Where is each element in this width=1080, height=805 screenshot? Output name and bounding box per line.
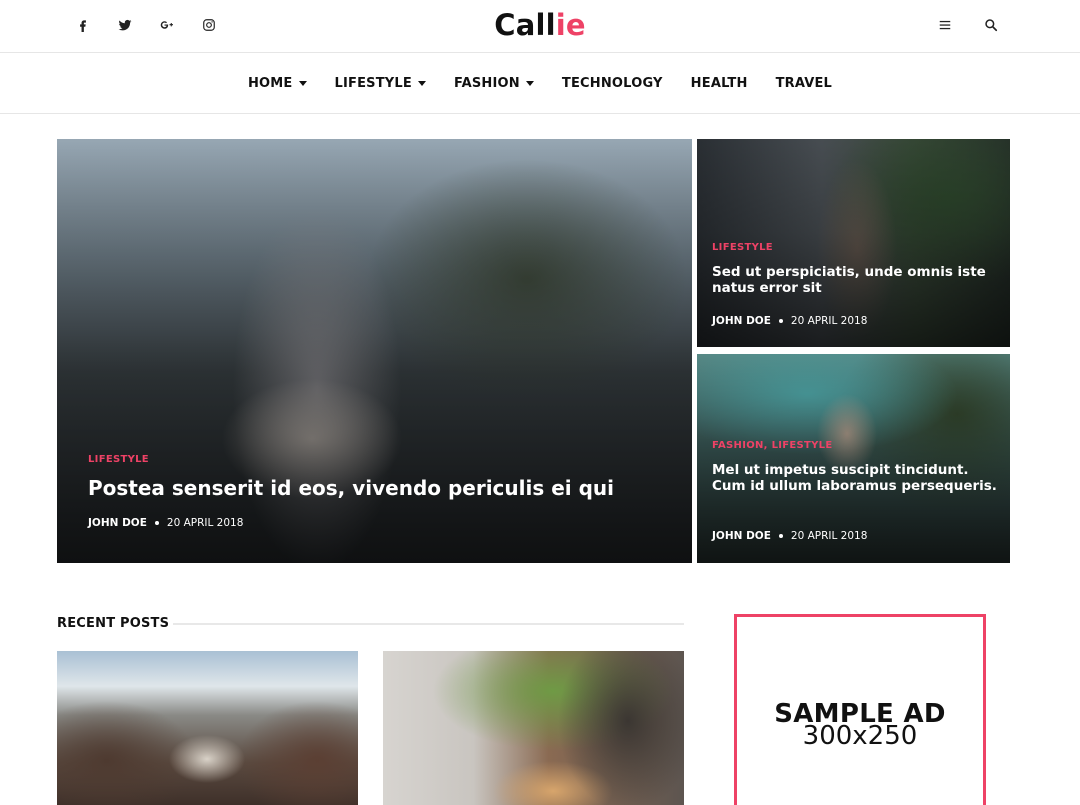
nav-item-health[interactable]: HEALTH xyxy=(691,76,748,91)
logo-text: Call xyxy=(494,8,556,42)
nav-label: TECHNOLOGY xyxy=(561,76,663,91)
separator-dot xyxy=(154,521,159,525)
site-logo[interactable]: Callie xyxy=(0,8,1080,42)
post-category[interactable]: FASHION, LIFESTYLE xyxy=(712,440,833,451)
nav-item-travel[interactable]: TRAVEL xyxy=(776,76,832,91)
header-tools xyxy=(936,15,1000,35)
post-category[interactable]: LIFESTYLE xyxy=(712,242,773,253)
post-title[interactable]: Mel ut impetus suscipit tincidunt. Cum i… xyxy=(712,462,1002,494)
ad-size: 300x250 xyxy=(802,721,918,751)
section-heading-recent-posts: RECENT POSTS xyxy=(57,616,170,631)
post-date: 20 APRIL 2018 xyxy=(790,530,868,542)
nav-item-home[interactable]: HOME xyxy=(248,76,307,91)
post-image xyxy=(383,651,684,805)
caret-down-icon xyxy=(418,81,426,86)
nav-label: LIFESTYLE xyxy=(334,76,412,91)
separator-dot xyxy=(778,534,783,538)
nav-label: FASHION xyxy=(454,76,520,91)
post-category[interactable]: LIFESTYLE xyxy=(88,454,149,465)
nav-item-lifestyle[interactable]: LIFESTYLE xyxy=(334,76,426,91)
nav-label: TRAVEL xyxy=(775,76,833,91)
post-title[interactable]: Sed ut perspiciatis, unde omnis iste nat… xyxy=(712,264,1002,296)
post-author[interactable]: JOHN DOE xyxy=(712,315,771,327)
post-author[interactable]: JOHN DOE xyxy=(88,517,147,529)
featured-post-side-bottom[interactable]: FASHION, LIFESTYLE Mel ut impetus suscip… xyxy=(697,354,1010,563)
nav-item-fashion[interactable]: FASHION xyxy=(454,76,534,91)
recent-post-thumbnail[interactable] xyxy=(57,651,358,805)
nav-label: HEALTH xyxy=(690,76,748,91)
caret-down-icon xyxy=(298,81,307,86)
sample-ad-banner[interactable]: SAMPLE AD 300x250 xyxy=(734,614,986,805)
featured-post-side-top[interactable]: LIFESTYLE Sed ut perspiciatis, unde omni… xyxy=(697,139,1010,347)
post-meta: JOHN DOE 20 APRIL 2018 xyxy=(712,315,867,327)
nav-label: HOME xyxy=(247,76,293,91)
nav-item-technology[interactable]: TECHNOLOGY xyxy=(562,76,663,91)
caret-down-icon xyxy=(525,81,534,86)
post-meta: JOHN DOE 20 APRIL 2018 xyxy=(88,517,243,529)
main-nav: HOME LIFESTYLE FASHION TECHNOLOGY HEALTH… xyxy=(0,54,1080,114)
post-meta: JOHN DOE 20 APRIL 2018 xyxy=(712,530,867,542)
post-date: 20 APRIL 2018 xyxy=(166,517,244,529)
recent-post-thumbnail[interactable] xyxy=(383,651,684,805)
featured-post-main[interactable]: LIFESTYLE Postea senserit id eos, vivend… xyxy=(57,139,692,563)
section-divider xyxy=(173,623,684,625)
search-icon[interactable] xyxy=(982,15,1000,35)
post-date: 20 APRIL 2018 xyxy=(790,315,868,327)
separator-dot xyxy=(778,319,783,323)
top-header: Callie xyxy=(0,0,1080,53)
logo-accent-text: ie xyxy=(555,8,586,42)
post-image xyxy=(57,651,358,805)
menu-icon[interactable] xyxy=(936,15,954,35)
post-author[interactable]: JOHN DOE xyxy=(712,530,771,542)
post-title[interactable]: Postea senserit id eos, vivendo periculi… xyxy=(88,476,668,500)
